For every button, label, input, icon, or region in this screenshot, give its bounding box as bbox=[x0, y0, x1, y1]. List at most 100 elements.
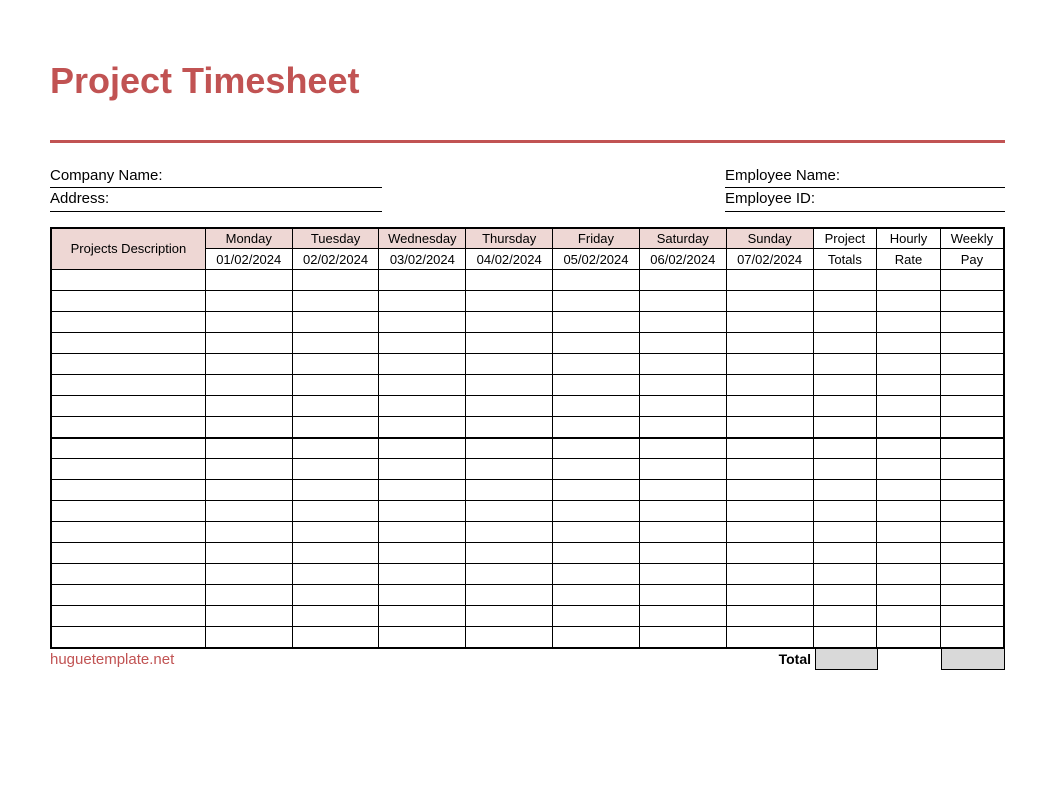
table-cell[interactable] bbox=[466, 480, 553, 501]
table-cell[interactable] bbox=[292, 354, 379, 375]
table-cell[interactable] bbox=[639, 291, 726, 312]
address-field[interactable]: Address: bbox=[50, 188, 382, 211]
table-cell[interactable] bbox=[813, 438, 877, 459]
table-cell[interactable] bbox=[813, 606, 877, 627]
table-cell[interactable] bbox=[205, 627, 292, 648]
table-cell[interactable] bbox=[813, 564, 877, 585]
table-cell[interactable] bbox=[466, 564, 553, 585]
table-cell[interactable] bbox=[205, 270, 292, 291]
table-cell[interactable] bbox=[940, 354, 1004, 375]
table-cell[interactable] bbox=[51, 627, 205, 648]
table-cell[interactable] bbox=[553, 501, 640, 522]
table-cell[interactable] bbox=[51, 312, 205, 333]
table-cell[interactable] bbox=[940, 375, 1004, 396]
table-cell[interactable] bbox=[51, 396, 205, 417]
table-cell[interactable] bbox=[877, 438, 941, 459]
table-cell[interactable] bbox=[726, 354, 813, 375]
table-cell[interactable] bbox=[813, 291, 877, 312]
table-cell[interactable] bbox=[940, 564, 1004, 585]
table-cell[interactable] bbox=[466, 312, 553, 333]
employee-id-field[interactable]: Employee ID: bbox=[725, 188, 1005, 211]
table-cell[interactable] bbox=[877, 333, 941, 354]
table-cell[interactable] bbox=[205, 564, 292, 585]
table-cell[interactable] bbox=[877, 522, 941, 543]
table-cell[interactable] bbox=[813, 333, 877, 354]
table-cell[interactable] bbox=[813, 417, 877, 438]
table-cell[interactable] bbox=[205, 375, 292, 396]
table-cell[interactable] bbox=[639, 543, 726, 564]
table-cell[interactable] bbox=[639, 564, 726, 585]
table-cell[interactable] bbox=[466, 501, 553, 522]
table-cell[interactable] bbox=[813, 627, 877, 648]
table-cell[interactable] bbox=[466, 522, 553, 543]
table-cell[interactable] bbox=[292, 480, 379, 501]
table-cell[interactable] bbox=[553, 438, 640, 459]
table-cell[interactable] bbox=[205, 480, 292, 501]
table-cell[interactable] bbox=[553, 522, 640, 543]
table-cell[interactable] bbox=[51, 522, 205, 543]
table-cell[interactable] bbox=[379, 459, 466, 480]
table-cell[interactable] bbox=[466, 396, 553, 417]
table-cell[interactable] bbox=[292, 606, 379, 627]
table-cell[interactable] bbox=[553, 396, 640, 417]
table-cell[interactable] bbox=[940, 291, 1004, 312]
table-cell[interactable] bbox=[726, 627, 813, 648]
table-cell[interactable] bbox=[292, 522, 379, 543]
table-cell[interactable] bbox=[877, 459, 941, 480]
table-cell[interactable] bbox=[639, 627, 726, 648]
table-cell[interactable] bbox=[639, 333, 726, 354]
table-cell[interactable] bbox=[877, 627, 941, 648]
table-cell[interactable] bbox=[639, 270, 726, 291]
table-cell[interactable] bbox=[813, 396, 877, 417]
table-cell[interactable] bbox=[726, 312, 813, 333]
table-cell[interactable] bbox=[379, 312, 466, 333]
table-cell[interactable] bbox=[466, 270, 553, 291]
employee-name-field[interactable]: Employee Name: bbox=[725, 165, 1005, 188]
table-cell[interactable] bbox=[639, 354, 726, 375]
table-cell[interactable] bbox=[813, 312, 877, 333]
table-cell[interactable] bbox=[51, 480, 205, 501]
total-project-box[interactable] bbox=[815, 648, 878, 670]
table-cell[interactable] bbox=[51, 543, 205, 564]
table-cell[interactable] bbox=[292, 291, 379, 312]
table-cell[interactable] bbox=[877, 501, 941, 522]
table-cell[interactable] bbox=[813, 543, 877, 564]
table-cell[interactable] bbox=[726, 564, 813, 585]
table-cell[interactable] bbox=[379, 501, 466, 522]
table-cell[interactable] bbox=[877, 375, 941, 396]
table-cell[interactable] bbox=[379, 396, 466, 417]
table-cell[interactable] bbox=[379, 438, 466, 459]
table-cell[interactable] bbox=[292, 333, 379, 354]
table-cell[interactable] bbox=[292, 312, 379, 333]
table-cell[interactable] bbox=[292, 459, 379, 480]
table-cell[interactable] bbox=[813, 270, 877, 291]
table-cell[interactable] bbox=[940, 459, 1004, 480]
table-cell[interactable] bbox=[553, 480, 640, 501]
table-cell[interactable] bbox=[553, 459, 640, 480]
table-cell[interactable] bbox=[379, 480, 466, 501]
table-cell[interactable] bbox=[466, 291, 553, 312]
table-cell[interactable] bbox=[639, 438, 726, 459]
table-cell[interactable] bbox=[877, 543, 941, 564]
table-cell[interactable] bbox=[726, 459, 813, 480]
table-cell[interactable] bbox=[639, 312, 726, 333]
table-cell[interactable] bbox=[379, 627, 466, 648]
table-cell[interactable] bbox=[726, 333, 813, 354]
footer-site-link[interactable]: huguetemplate.net bbox=[50, 651, 174, 668]
table-cell[interactable] bbox=[726, 585, 813, 606]
table-cell[interactable] bbox=[877, 396, 941, 417]
table-cell[interactable] bbox=[639, 375, 726, 396]
table-cell[interactable] bbox=[51, 438, 205, 459]
table-cell[interactable] bbox=[553, 417, 640, 438]
table-cell[interactable] bbox=[379, 417, 466, 438]
table-cell[interactable] bbox=[877, 480, 941, 501]
table-cell[interactable] bbox=[205, 291, 292, 312]
table-cell[interactable] bbox=[726, 501, 813, 522]
table-cell[interactable] bbox=[292, 417, 379, 438]
table-cell[interactable] bbox=[205, 312, 292, 333]
table-cell[interactable] bbox=[205, 522, 292, 543]
table-cell[interactable] bbox=[940, 627, 1004, 648]
table-cell[interactable] bbox=[51, 333, 205, 354]
total-weekly-box[interactable] bbox=[941, 648, 1005, 670]
company-name-field[interactable]: Company Name: bbox=[50, 165, 382, 188]
